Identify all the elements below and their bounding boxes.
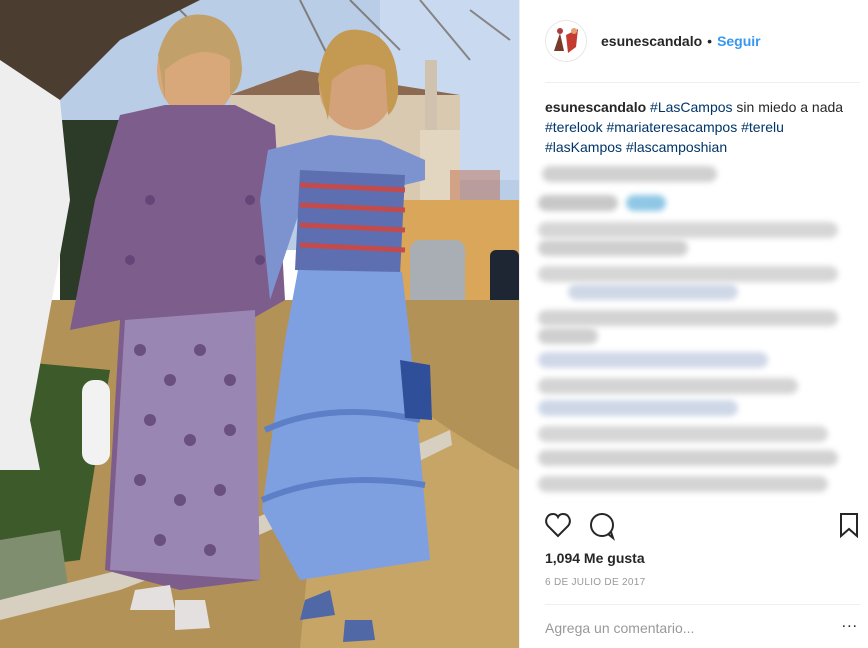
post-header: esunescandalo • Seguir: [545, 18, 858, 64]
blurred-line: [538, 450, 838, 466]
header-divider: [545, 82, 860, 83]
bookmark-icon[interactable]: [840, 513, 858, 539]
blurred-line: [538, 352, 768, 368]
blurred-line: [538, 240, 688, 256]
username-link[interactable]: esunescandalo: [601, 33, 702, 49]
follow-button[interactable]: Seguir: [717, 33, 761, 49]
blurred-line: [538, 426, 828, 442]
post-sidebar: esunescandalo • Seguir esunescandalo #La…: [519, 0, 868, 648]
action-bar: [545, 510, 860, 544]
blurred-line: [538, 195, 618, 211]
post-photo[interactable]: [0, 0, 519, 648]
heart-icon[interactable]: [545, 512, 571, 538]
like-count[interactable]: 1,094 Me gusta: [545, 550, 645, 566]
comment-icon[interactable]: [590, 513, 616, 541]
hashtag-laskampos[interactable]: #lasKampos: [545, 139, 622, 155]
hashtag-lascampos[interactable]: #LasCampos: [650, 99, 733, 115]
comment-divider: [545, 604, 860, 605]
blurred-line: [538, 400, 738, 416]
hashtag-terelu[interactable]: #terelu: [741, 119, 784, 135]
avatar-image: [546, 21, 586, 61]
blurred-line: [538, 222, 838, 238]
blurred-line: [538, 328, 598, 344]
separator-dot: •: [707, 33, 713, 49]
blurred-line: [538, 310, 838, 326]
action-icons: [545, 512, 858, 541]
more-options-icon[interactable]: ...: [842, 614, 858, 632]
blurred-line: [542, 166, 717, 182]
photo-illustration: [0, 0, 519, 648]
avatar[interactable]: [545, 20, 587, 62]
blurred-line: [626, 195, 666, 211]
instagram-post: esunescandalo • Seguir esunescandalo #La…: [0, 0, 868, 648]
hashtag-terelook[interactable]: #terelook: [545, 119, 603, 135]
blurred-line: [538, 378, 798, 394]
hashtag-lascamposhian[interactable]: #lascamposhian: [626, 139, 727, 155]
hashtag-mariateresacampos[interactable]: #mariateresacampos: [606, 119, 737, 135]
blurred-line: [568, 284, 738, 300]
comment-input[interactable]: Agrega un comentario...: [545, 620, 694, 636]
caption-username[interactable]: esunescandalo: [545, 99, 646, 115]
blurred-line: [538, 476, 828, 492]
blurred-line: [538, 266, 838, 282]
caption-text: sin miedo a nada: [732, 99, 844, 115]
post-caption: esunescandalo #LasCampos sin miedo a nad…: [545, 97, 845, 157]
post-date[interactable]: 6 DE JULIO DE 2017: [545, 577, 645, 588]
blurred-comments: [538, 160, 858, 505]
